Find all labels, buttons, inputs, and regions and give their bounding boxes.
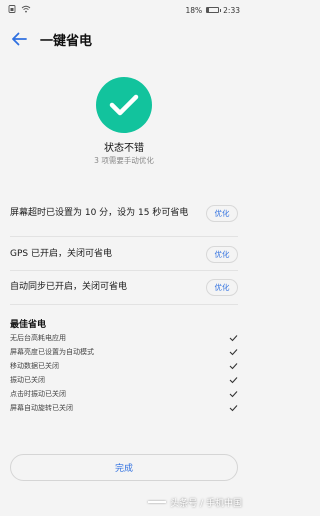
best-list: 无后台高耗电应用 屏幕亮度已设置为自动模式 移动数据已关闭 振动已关闭 点击时振… <box>10 331 238 415</box>
list-item: 屏幕亮度已设置为自动模式 <box>10 345 238 359</box>
issue-text: GPS 已开启，关闭可省电 <box>10 248 112 259</box>
check-icon <box>229 376 238 385</box>
optimize-button[interactable]: 优化 <box>206 204 238 222</box>
list-item: 振动已关闭 <box>10 373 238 387</box>
back-arrow-icon[interactable] <box>10 30 28 48</box>
status-subtitle: 3 项需要手动优化 <box>94 156 154 165</box>
check-icon <box>229 362 238 371</box>
list-item-label: 屏幕自动旋转已关闭 <box>10 404 73 412</box>
list-item-label: 点击时振动已关闭 <box>10 390 66 398</box>
status-bar-left <box>8 5 31 15</box>
best-section-title: 最佳省电 <box>10 320 47 330</box>
list-item-label: 振动已关闭 <box>10 376 45 384</box>
watermark-line <box>148 501 167 503</box>
status-ok-icon <box>96 77 152 133</box>
divider <box>10 270 238 271</box>
issue-text: 自动同步已开启，关闭可省电 <box>10 281 128 292</box>
list-item-label: 屏幕亮度已设置为自动模式 <box>10 348 94 356</box>
list-item: 移动数据已关闭 <box>10 359 238 373</box>
sim-icon <box>8 5 18 15</box>
list-item: 点击时振动已关闭 <box>10 387 238 401</box>
header: 一键省电 <box>0 24 248 54</box>
check-icon <box>229 404 238 413</box>
check-icon <box>229 334 238 343</box>
list-item-label: 无后台高耗电应用 <box>10 334 66 342</box>
issue-text: 屏幕超时已设置为 10 分，设为 15 秒可省电 <box>10 207 189 218</box>
done-button[interactable]: 完成 <box>10 454 238 481</box>
battery-percent: 18% <box>185 5 203 15</box>
status-bar-right: 18% 2:33 <box>185 6 240 15</box>
clock: 2:33 <box>223 5 240 15</box>
check-icon <box>229 390 238 399</box>
issue-item-gps: GPS 已开启，关闭可省电 优化 <box>10 244 238 264</box>
status-bar: 18% 2:33 <box>0 0 248 20</box>
divider <box>10 236 238 237</box>
check-icon <box>109 94 139 116</box>
battery-fill <box>207 8 210 12</box>
issue-item-screen-timeout: 屏幕超时已设置为 10 分，设为 15 秒可省电 优化 <box>10 196 238 230</box>
list-item: 无后台高耗电应用 <box>10 331 238 345</box>
watermark: 头条号 / 手机中国 <box>148 493 242 511</box>
check-icon <box>229 348 238 357</box>
issue-item-auto-sync: 自动同步已开启，关闭可省电 优化 <box>10 277 238 297</box>
status-title: 状态不错 <box>104 143 144 154</box>
watermark-text: 头条号 / 手机中国 <box>170 498 242 509</box>
wifi-icon <box>21 5 31 15</box>
battery-icon <box>206 7 222 13</box>
page-title: 一键省电 <box>40 33 93 49</box>
optimize-button[interactable]: 优化 <box>206 245 238 263</box>
list-item: 屏幕自动旋转已关闭 <box>10 401 238 415</box>
divider <box>10 304 238 305</box>
list-item-label: 移动数据已关闭 <box>10 362 59 370</box>
optimize-button[interactable]: 优化 <box>206 278 238 296</box>
